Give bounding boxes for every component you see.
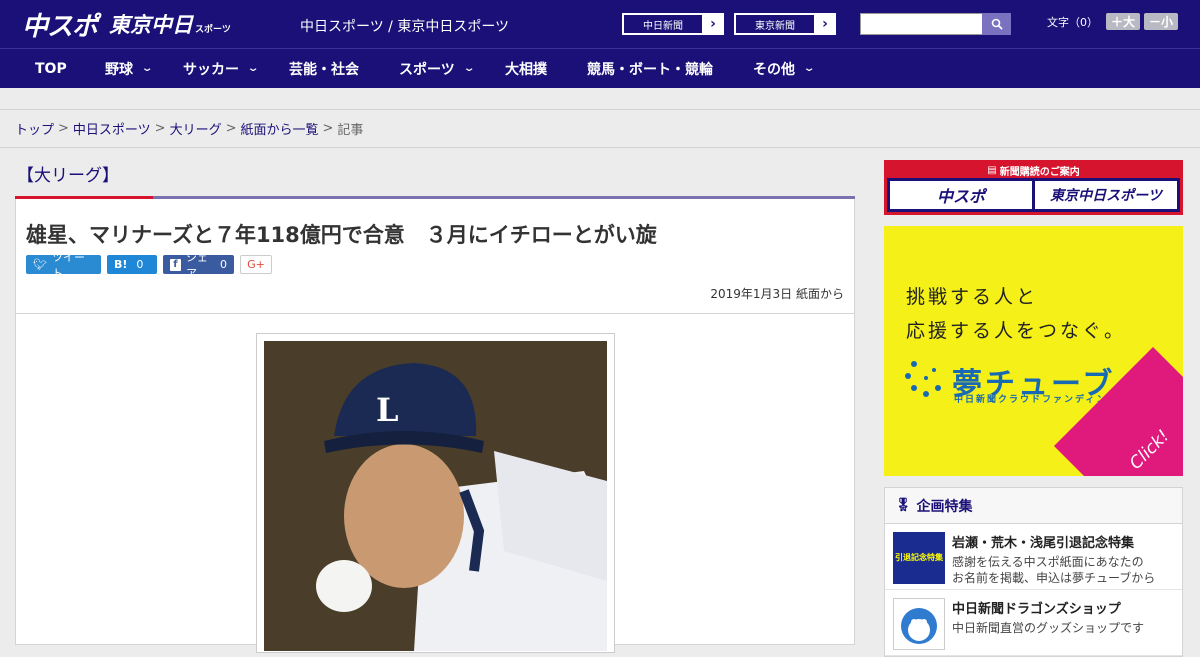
nav-soccer[interactable]: サッカー ⌄ [183,49,260,89]
ribbon-icon: 🎖︎ [895,498,912,513]
search-icon [991,18,1003,30]
main-nav: TOP 野球 ⌄ サッカー ⌄ 芸能・社会 スポーツ ⌄ 大相撲 競馬・ボート・競輪 … [0,48,1200,88]
feature-desc: 中日新聞直営のグッズショップです [952,621,1145,635]
chevron-right-icon: › [822,16,828,32]
category-divider [15,196,855,199]
article-headline: 雄星、マリナーズと７年118億円で合意 ３月にイチローとがい旋 [26,223,657,247]
feature-title: 岩瀬・荒木・浅尾引退記念特集 [952,536,1135,551]
nav-baseball[interactable]: 野球 ⌄ [105,49,154,89]
dots-icon [905,361,941,397]
doala-mascot-icon [901,608,937,644]
article-category: 【大リーグ】 [17,165,119,186]
subscribe-chusupo-link[interactable]: 中スポ [890,181,1032,209]
article: 雄星、マリナーズと７年118億円で合意 ３月にイチローとがい旋 🐦︎ ツイート … [15,199,855,653]
feature-item[interactable]: 中日新聞ドラゴンズショップ 中日新聞直営のグッズショップです [885,590,1182,656]
article-photo[interactable]: L [256,333,615,653]
feature-header: 🎖︎ 企画特集 [885,488,1182,524]
font-smaller-button[interactable]: －小 [1144,13,1179,30]
pitcher-illustration: L [264,341,607,651]
search-input[interactable] [860,13,982,35]
feature-desc: 感謝を伝える中スポ紙面にあなたの お名前を掲載、申込は夢チューブから [952,555,1156,586]
breadcrumb-mlb[interactable]: 大リーグ [170,119,222,138]
twitter-icon: 🐦︎ [33,258,47,271]
subscribe-tokyo-chunichi-link[interactable]: 東京中日スポーツ [1035,181,1177,209]
nav-top[interactable]: TOP [35,49,67,89]
hatena-bookmark-button[interactable]: B! 0 [107,255,157,274]
breadcrumb-current: 記事 [337,123,364,138]
search-form [860,13,1011,35]
facebook-share-button[interactable]: f シェア 0 [163,251,234,280]
ad-strip [0,88,1200,110]
nav-other[interactable]: その他 ⌄ [753,49,816,89]
newspaper-icon: ▤ [987,164,997,176]
tweet-button[interactable]: 🐦︎ ツイート [26,251,101,280]
font-size-label: 文字（0） [1047,15,1098,29]
hatena-count: 0 [136,258,144,271]
logo-chusupo[interactable]: 中スポ [22,6,98,43]
logo-tokyo-chunichi[interactable]: 東京中日 スポーツ [109,9,231,39]
search-button[interactable] [982,13,1011,35]
svg-text:L: L [376,391,399,429]
chevron-down-icon: ⌄ [246,63,260,74]
chunichi-shimbun-link[interactable]: 中日新聞 › [622,13,724,35]
nav-sports[interactable]: スポーツ ⌄ [399,49,476,89]
ad-line-2: 応援する人をつなぐ。 [906,320,1127,342]
site-logo[interactable]: 中スポ 東京中日 スポーツ [22,0,231,48]
ad-line-1: 挑戦する人と [906,286,1039,308]
breadcrumb: トップ > 中日スポーツ > 大リーグ > 紙面から一覧 > 記事 [0,110,1200,148]
feature-box: 🎖︎ 企画特集 引退記念特集 岩瀬・荒木・浅尾引退記念特集 感謝を伝える中スポ紙… [884,487,1183,657]
sidebar: ▤ 新聞購読のご案内 中スポ 東京中日スポーツ 挑戦する人と 応援する人をつなぐ… [884,160,1183,657]
chevron-right-icon: › [710,16,716,32]
nav-racing[interactable]: 競馬・ボート・競輪 [587,49,713,89]
breadcrumb-top[interactable]: トップ [15,119,54,138]
font-size-control: 文字（0） ＋大 －小 [1047,13,1179,30]
feature-title: 中日新聞ドラゴンズショップ [952,602,1121,617]
share-buttons: 🐦︎ ツイート B! 0 f シェア 0 G+ [16,251,854,280]
feature-thumbnail: 引退記念特集 [893,532,945,584]
article-date: 2019年1月3日 紙面から [16,275,854,314]
subscription-title: ▤ 新聞購読のご案内 [987,164,1080,178]
chevron-down-icon: ⌄ [462,63,476,74]
nav-entertainment[interactable]: 芸能・社会 [289,49,359,89]
breadcrumb-paper-list[interactable]: 紙面から一覧 [241,119,319,138]
pitcher-photo: L [264,341,607,651]
tokyo-shimbun-link[interactable]: 東京新聞 › [734,13,836,35]
yume-tube-ad[interactable]: 挑戦する人と 応援する人をつなぐ。 夢チューブ 中日新聞クラウドファンディング … [884,226,1183,476]
chevron-down-icon: ⌄ [140,63,154,74]
ad-subtitle: 中日新聞クラウドファンディング [954,395,1119,405]
facebook-count: 0 [220,258,227,271]
dragons-shop-thumbnail [893,598,945,650]
google-plus-button[interactable]: G+ [240,255,272,274]
main-content: 【大リーグ】 雄星、マリナーズと７年118億円で合意 ３月にイチローとがい旋 🐦… [15,150,855,653]
hatena-icon: B! [114,258,128,271]
site-title: 中日スポーツ / 東京中日スポーツ [300,19,510,35]
breadcrumb-chunichi-sports[interactable]: 中日スポーツ [73,119,151,138]
subscription-box: ▤ 新聞購読のご案内 中スポ 東京中日スポーツ [884,160,1183,215]
feature-item[interactable]: 引退記念特集 岩瀬・荒木・浅尾引退記念特集 感謝を伝える中スポ紙面にあなたの お名… [885,524,1182,590]
font-larger-button[interactable]: ＋大 [1106,13,1141,30]
facebook-icon: f [170,258,181,271]
chevron-down-icon: ⌄ [802,63,816,74]
article-photo-area: L [16,314,854,653]
site-header: 中スポ 東京中日 スポーツ 中日スポーツ / 東京中日スポーツ 中日新聞 › 東京… [0,0,1200,48]
nav-sumo[interactable]: 大相撲 [505,49,547,89]
